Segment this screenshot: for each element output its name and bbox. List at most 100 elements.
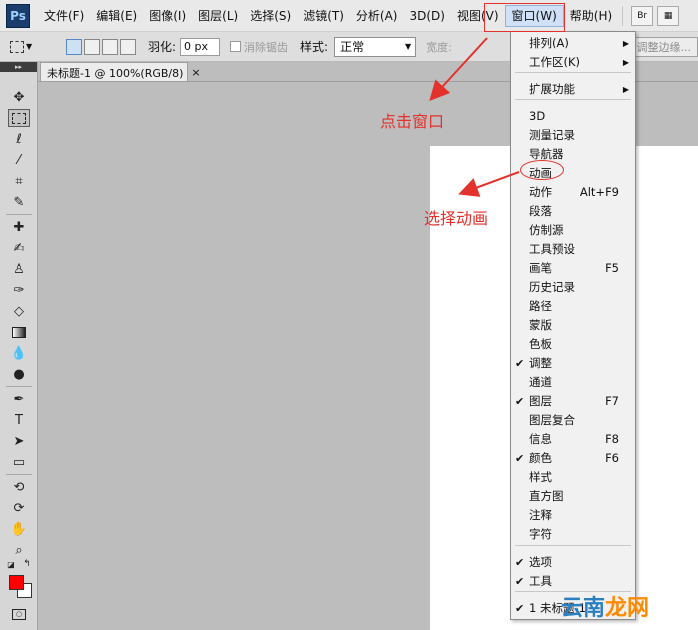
close-icon[interactable]: × bbox=[191, 66, 200, 79]
window-menu-item[interactable]: 通道 bbox=[511, 373, 635, 391]
window-menu-item[interactable]: 色板 bbox=[511, 335, 635, 353]
window-menu-item[interactable]: 图层复合 bbox=[511, 411, 635, 429]
window-menu-item[interactable]: 蒙版 bbox=[511, 316, 635, 334]
window-menu-item-shortcut: F7 bbox=[605, 394, 619, 408]
window-menu-item[interactable]: 测量记录 bbox=[511, 126, 635, 144]
blur-tool-icon[interactable]: 💧 bbox=[8, 344, 30, 362]
subtract-selection-button[interactable] bbox=[102, 38, 118, 55]
window-menu-item[interactable]: 样式 bbox=[511, 468, 635, 486]
document-tab-label: 未标题-1 @ 100%(RGB/8) bbox=[47, 66, 184, 80]
window-menu-item[interactable]: ✔ 调整 bbox=[511, 354, 635, 372]
window-menu-item-shortcut: F5 bbox=[605, 261, 619, 275]
window-menu-item[interactable]: 注释 bbox=[511, 506, 635, 524]
menu-select[interactable]: 选择(S) bbox=[244, 5, 297, 27]
window-menu-item[interactable]: 工具预设 bbox=[511, 240, 635, 258]
quick-mask-icon[interactable]: ○ bbox=[8, 605, 30, 623]
chevron-down-icon: ▼ bbox=[404, 42, 412, 51]
magic-wand-tool-icon[interactable]: ⁄ bbox=[8, 151, 30, 169]
window-menu-item-label: 颜色 bbox=[529, 451, 552, 465]
window-menu-item[interactable]: 路径 bbox=[511, 297, 635, 315]
style-select[interactable]: 正常 ▼ bbox=[334, 36, 417, 57]
document-tab[interactable]: 未标题-1 @ 100%(RGB/8) × bbox=[40, 62, 201, 82]
window-menu-item-shortcut: F8 bbox=[605, 432, 619, 446]
refine-edge-button[interactable]: 调整边缘... bbox=[629, 37, 698, 57]
window-menu-item-label: 调整 bbox=[529, 356, 552, 370]
window-menu-item[interactable]: 仿制源 bbox=[511, 221, 635, 239]
bridge-button[interactable]: Br bbox=[631, 5, 654, 26]
menu-layer[interactable]: 图层(L) bbox=[192, 5, 244, 27]
eyedropper-tool-icon[interactable]: ✎ bbox=[8, 193, 30, 211]
window-menu-item[interactable]: 字符 bbox=[511, 525, 635, 543]
hand-tool-icon[interactable]: ✋ bbox=[8, 520, 30, 538]
healing-brush-tool-icon[interactable]: ✚ bbox=[8, 218, 30, 236]
window-menu-item[interactable]: 工作区(K) ▶ bbox=[511, 53, 635, 71]
add-selection-button[interactable] bbox=[84, 38, 100, 55]
gradient-tool-icon[interactable] bbox=[8, 323, 30, 341]
submenu-arrow-icon: ▶ bbox=[622, 84, 629, 94]
window-menu-item[interactable]: 段落 bbox=[511, 202, 635, 220]
zoom-tool-icon[interactable]: ⌕ bbox=[8, 541, 30, 559]
tool-preset-picker[interactable]: ▼ bbox=[10, 36, 50, 58]
feather-input[interactable]: 0 px bbox=[180, 37, 221, 56]
annotation-select-animation: 选择动画 bbox=[424, 209, 489, 228]
window-menu-item[interactable]: 历史记录 bbox=[511, 278, 635, 296]
new-selection-button[interactable] bbox=[66, 38, 82, 55]
window-menu-item-label: 信息 bbox=[529, 432, 552, 446]
dodge-tool-icon[interactable]: ● bbox=[8, 365, 30, 383]
menu-image[interactable]: 图像(I) bbox=[143, 5, 192, 27]
lasso-tool-icon[interactable]: ℓ bbox=[8, 130, 30, 148]
window-menu-item-label: 扩展功能 bbox=[529, 82, 575, 96]
crop-tool-icon[interactable]: ⌗ bbox=[8, 172, 30, 190]
intersect-selection-button[interactable] bbox=[120, 38, 136, 55]
history-brush-tool-icon[interactable]: ✑ bbox=[8, 281, 30, 299]
submenu-arrow-icon: ▶ bbox=[622, 57, 629, 67]
toolbox-grip[interactable]: ▸▸ bbox=[0, 62, 37, 72]
window-menu-item-shortcut: Alt+F9 bbox=[579, 185, 619, 199]
window-menu-item[interactable]: ✔ 选项 bbox=[511, 553, 635, 571]
shape-tool-icon[interactable]: ▭ bbox=[8, 453, 30, 471]
window-menu-item[interactable]: 画笔 F5 bbox=[511, 259, 635, 277]
mini-bridge-button[interactable]: ▦ bbox=[657, 5, 680, 26]
window-menu-item-label: 历史记录 bbox=[529, 280, 575, 294]
window-menu-item[interactable]: ✔ 工具 bbox=[511, 572, 635, 590]
eraser-tool-icon[interactable]: ◇ bbox=[8, 302, 30, 320]
window-menu-item[interactable]: 排列(A) ▶ bbox=[511, 34, 635, 52]
menu-separator bbox=[622, 5, 624, 26]
3d-rotate-tool-icon[interactable]: ⟲ bbox=[8, 478, 30, 496]
menu-help[interactable]: 帮助(H) bbox=[564, 5, 618, 27]
swap-colors-icon[interactable]: ↰ bbox=[22, 559, 32, 569]
window-menu-item-label: 字符 bbox=[529, 527, 552, 541]
3d-orbit-tool-icon[interactable]: ⟳ bbox=[8, 499, 30, 517]
menu-file[interactable]: 文件(F) bbox=[38, 5, 90, 27]
menu-3d[interactable]: 3D(D) bbox=[403, 5, 450, 27]
window-menu-dropdown: 排列(A) ▶ 工作区(K) ▶ 扩展功能 ▶ 3D 测量记录 导航器 动画 动作 Alt+F9 段落仿… bbox=[510, 31, 636, 620]
checkmark-icon: ✔ bbox=[515, 394, 525, 408]
window-menu-item[interactable]: 信息 F8 bbox=[511, 430, 635, 448]
foreground-color-swatch[interactable] bbox=[9, 575, 24, 590]
antialias-checkbox[interactable] bbox=[230, 41, 242, 52]
type-tool-icon[interactable]: T bbox=[8, 411, 30, 429]
pen-tool-icon[interactable]: ✒ bbox=[8, 390, 30, 408]
move-tool-icon[interactable]: ✥ bbox=[8, 88, 30, 106]
window-menu-item[interactable]: ✔ 图层 F7 bbox=[511, 392, 635, 410]
marquee-tool-icon[interactable] bbox=[8, 109, 30, 127]
window-menu-item[interactable]: 3D bbox=[511, 107, 635, 125]
menu-filter[interactable]: 滤镜(T) bbox=[297, 5, 350, 27]
window-menu-item[interactable]: 直方图 bbox=[511, 487, 635, 505]
window-menu-item[interactable]: 导航器 bbox=[511, 145, 635, 163]
clone-stamp-tool-icon[interactable]: ♙ bbox=[8, 260, 30, 278]
film-icon: ▦ bbox=[663, 10, 673, 21]
window-menu-item-label: 选项 bbox=[529, 555, 552, 569]
menu-edit[interactable]: 编辑(E) bbox=[90, 5, 143, 27]
menu-analysis[interactable]: 分析(A) bbox=[350, 5, 404, 27]
window-menu-item[interactable]: 扩展功能 ▶ bbox=[511, 80, 635, 98]
default-colors-icon[interactable]: ◪ bbox=[6, 559, 16, 569]
menu-separator bbox=[515, 72, 631, 73]
chevron-down-icon: ▼ bbox=[26, 42, 33, 51]
window-menu-item[interactable]: ✔ 颜色 F6 bbox=[511, 449, 635, 467]
path-selection-tool-icon[interactable]: ➤ bbox=[8, 432, 30, 450]
window-menu-item[interactable]: 动作 Alt+F9 bbox=[511, 183, 635, 201]
window-menu-item-label: 3D bbox=[529, 109, 546, 123]
brush-tool-icon[interactable]: ✍ bbox=[8, 239, 30, 257]
window-menu-item-label: 通道 bbox=[529, 375, 552, 389]
